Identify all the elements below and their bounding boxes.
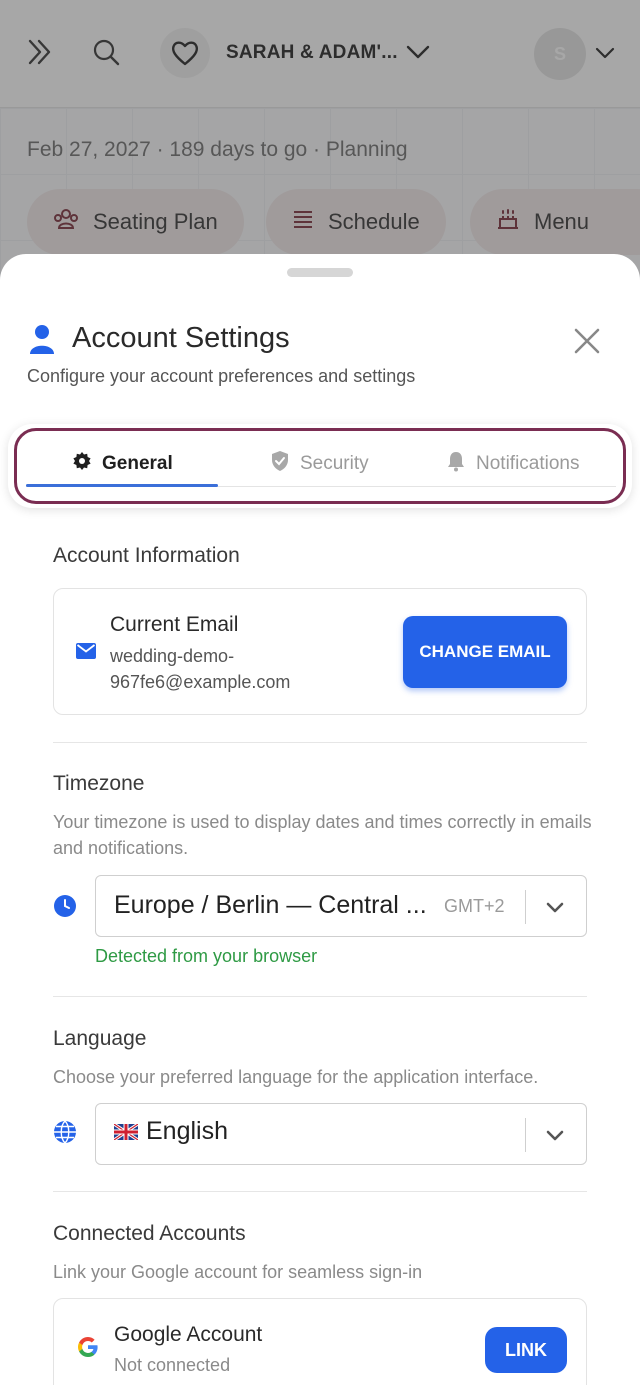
close-button[interactable]	[568, 324, 606, 362]
tab-label: Notifications	[476, 453, 580, 474]
current-email-label: Current Email	[110, 613, 239, 636]
timezone-value: Europe / Berlin — Central ...	[114, 891, 427, 919]
current-email-value: wedding-demo-967fe6@example.com	[110, 646, 291, 692]
divider	[53, 996, 587, 997]
link-google-button[interactable]: LINK	[485, 1327, 567, 1373]
account-information-heading: Account Information	[53, 544, 240, 567]
page-title: Account Settings	[72, 322, 290, 354]
user-icon	[28, 324, 56, 359]
tab-notifications[interactable]: Notifications	[446, 448, 580, 480]
account-settings-sheet: Account Settings Configure your account …	[0, 254, 640, 1385]
current-email-card: Current Email wedding-demo-967fe6@exampl…	[53, 588, 587, 715]
language-select[interactable]: English	[95, 1103, 587, 1165]
settings-tabs: General Security Notifications	[8, 424, 632, 508]
select-separator	[525, 1118, 526, 1152]
tab-general[interactable]: General	[72, 448, 173, 480]
globe-icon	[53, 1120, 77, 1149]
page-subtitle: Configure your account preferences and s…	[27, 366, 416, 386]
language-description: Choose your preferred language for the a…	[53, 1067, 539, 1087]
timezone-heading: Timezone	[53, 772, 145, 795]
divider	[53, 1191, 587, 1192]
language-value: English	[146, 1117, 228, 1145]
bell-icon	[446, 450, 466, 478]
close-icon	[574, 328, 600, 359]
language-heading: Language	[53, 1027, 147, 1050]
google-account-status: Not connected	[114, 1355, 231, 1375]
timezone-select[interactable]: Europe / Berlin — Central ... GMT+2	[95, 875, 587, 937]
connected-accounts-heading: Connected Accounts	[53, 1222, 246, 1245]
divider	[53, 742, 587, 743]
connected-accounts-description: Link your Google account for seamless si…	[53, 1262, 423, 1282]
clock-icon	[53, 894, 77, 923]
mail-icon	[76, 643, 96, 664]
gear-icon	[72, 451, 92, 477]
change-email-button[interactable]: CHANGE EMAIL	[403, 616, 567, 688]
google-account-card: Google Account Not connected LINK	[53, 1298, 587, 1385]
drag-handle[interactable]	[287, 268, 353, 277]
timezone-description: Your timezone is used to display dates a…	[53, 812, 592, 858]
tab-label: General	[102, 453, 173, 474]
chevron-down-icon[interactable]	[544, 1124, 566, 1151]
shield-icon	[270, 450, 290, 478]
timezone-hint: Detected from your browser	[95, 946, 318, 966]
tab-label: Security	[300, 453, 369, 474]
google-icon	[76, 1335, 100, 1364]
uk-flag-icon	[113, 1122, 139, 1142]
tab-security[interactable]: Security	[270, 448, 369, 480]
timezone-offset: GMT+2	[444, 896, 505, 916]
select-separator	[525, 890, 526, 924]
active-tab-indicator	[26, 484, 218, 487]
google-account-title: Google Account	[114, 1323, 263, 1346]
chevron-down-icon[interactable]	[544, 896, 566, 923]
